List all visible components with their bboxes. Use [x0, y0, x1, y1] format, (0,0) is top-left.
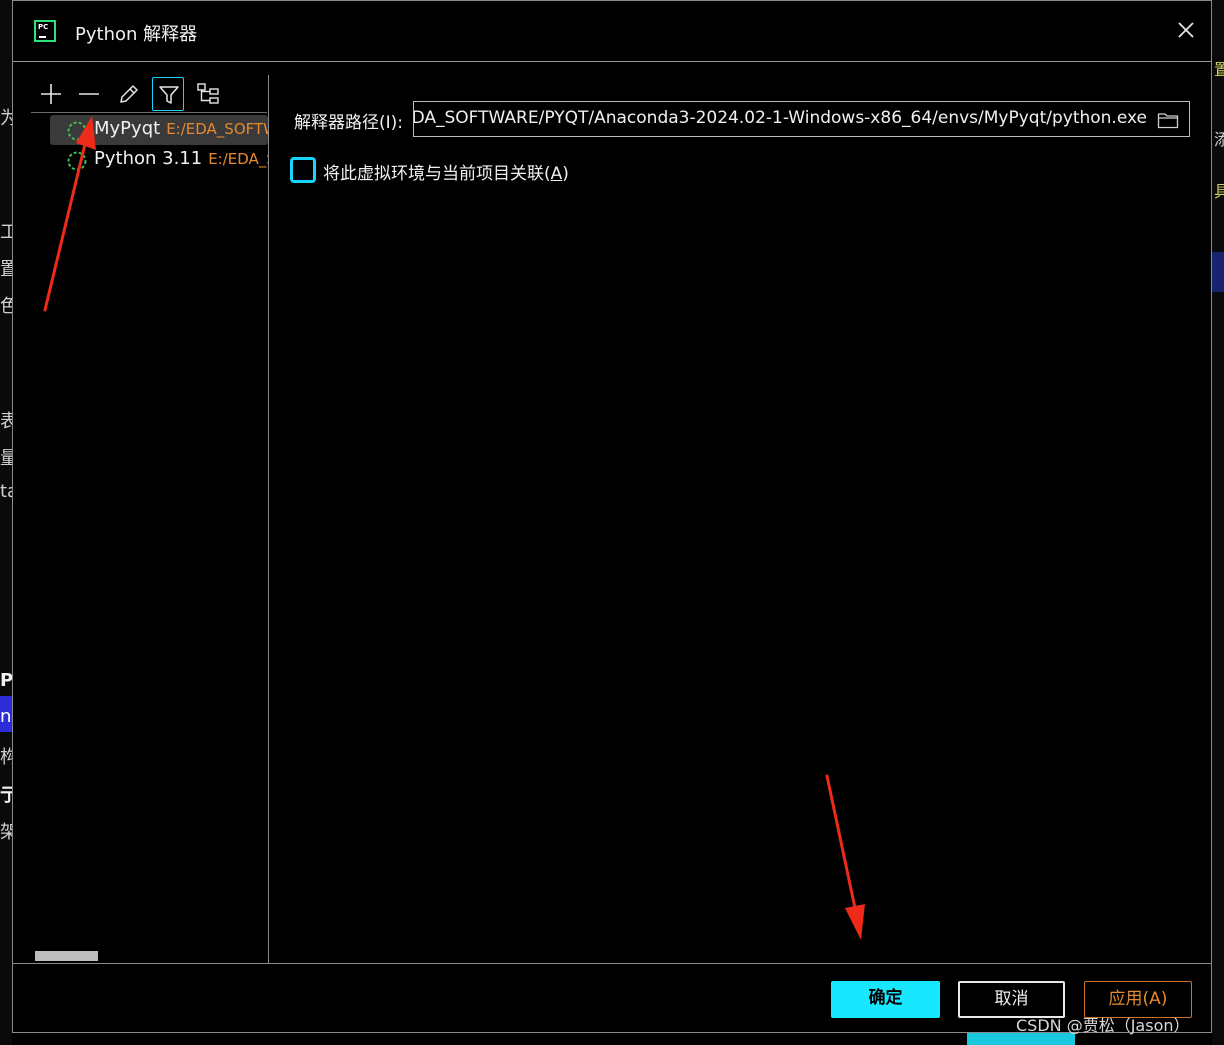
bg-highlight-bar — [1212, 252, 1224, 292]
bg-fragment: 架 — [0, 822, 12, 843]
interpreter-item-python311[interactable]: Python 3.11 E:/EDA_SOFTWARE/Python311/pyt… — [50, 145, 268, 175]
bg-fragment: 表 — [0, 411, 12, 432]
plus-icon — [41, 84, 61, 104]
filter-button[interactable] — [152, 77, 184, 111]
close-icon — [1178, 22, 1194, 38]
associate-venv-label: 将此虚拟环境与当前项目关联(A) — [323, 164, 569, 184]
show-paths-button[interactable] — [192, 77, 224, 111]
filter-icon — [159, 86, 179, 104]
interpreter-path: E:/EDA_SOFTWARE/PYQT/Anaconda3-2024.02-1… — [166, 120, 268, 138]
interpreter-entry: MyPyqt E:/EDA_SOFTWARE/PYQT/Anaconda3-202… — [94, 118, 268, 139]
dialog-titlebar: PC Python 解释器 — [13, 1, 1211, 62]
footer-divider — [13, 963, 1211, 964]
bg-fragment: 色 — [0, 296, 12, 317]
bg-fragment: 为 — [0, 108, 12, 129]
interpreter-path-value: E:/EDA_SOFTWARE/PYQT/Anaconda3-2024.02-1… — [413, 108, 1147, 128]
pencil-icon — [120, 85, 138, 103]
csdn-watermark: CSDN @贾松（Jason） — [1016, 1016, 1190, 1035]
interpreter-path: E:/EDA_SOFTWARE/Python311/python.exe — [208, 150, 268, 168]
screen: 为 工 置 色 表 量 ta Py n 构 亍 架 置 添 具 PC Pytho… — [0, 0, 1224, 1045]
interpreter-name: Python 3.11 — [94, 148, 203, 169]
interpreter-item-mypyqt[interactable]: MyPyqt E:/EDA_SOFTWARE/PYQT/Anaconda3-202… — [50, 115, 268, 145]
bg-fragment: 置 — [1214, 60, 1224, 79]
bg-fragment: 构 — [0, 747, 12, 768]
minus-icon — [79, 93, 99, 95]
python-env-icon — [67, 151, 87, 171]
add-interpreter-button[interactable] — [35, 77, 67, 111]
bg-fragment: 置 — [0, 259, 12, 280]
close-button[interactable] — [1173, 17, 1199, 43]
horizontal-scrollbar-thumb[interactable] — [35, 951, 98, 961]
toolbar-divider — [31, 112, 267, 113]
dialog-title: Python 解释器 — [75, 24, 198, 45]
folder-icon[interactable] — [1157, 111, 1179, 129]
interpreter-list-panel: MyPyqt E:/EDA_SOFTWARE/PYQT/Anaconda3-202… — [13, 75, 269, 963]
associate-venv-checkbox[interactable] — [290, 157, 316, 183]
bg-fragment: ta — [0, 481, 12, 502]
remove-interpreter-button[interactable] — [73, 77, 105, 111]
interpreter-entry: Python 3.11 E:/EDA_SOFTWARE/Python311/pyt… — [94, 148, 268, 169]
bg-fragment: 添 — [1214, 130, 1224, 149]
background-ide-left: 为 工 置 色 表 量 ta Py n 构 亍 架 — [0, 0, 12, 1045]
edit-interpreter-button[interactable] — [113, 77, 145, 111]
bg-fragment: 工 — [0, 222, 12, 243]
interpreter-path-field[interactable]: E:/EDA_SOFTWARE/PYQT/Anaconda3-2024.02-1… — [413, 101, 1190, 137]
interpreter-details: 解释器路径(I): E:/EDA_SOFTWARE/PYQT/Anaconda3… — [270, 63, 1211, 963]
python-env-icon — [67, 121, 87, 141]
bg-fragment: 量 — [0, 448, 12, 469]
tree-structure-icon — [197, 83, 219, 104]
interpreter-path-label: 解释器路径(I): — [294, 113, 404, 133]
bg-fragment: 亍 — [0, 785, 12, 806]
ok-button[interactable]: 确定 — [831, 981, 940, 1018]
pycharm-logo-icon: PC — [34, 20, 56, 42]
bg-fragment: Py — [0, 670, 12, 691]
python-interpreter-dialog: PC Python 解释器 MyPyqt E:/EDA_SOFT Python … — [12, 0, 1212, 1033]
bg-fragment: n — [0, 706, 12, 727]
interpreter-name: MyPyqt — [94, 118, 161, 139]
bg-fragment: 具 — [1214, 182, 1224, 201]
background-ide-right: 置 添 具 — [1212, 0, 1224, 1045]
